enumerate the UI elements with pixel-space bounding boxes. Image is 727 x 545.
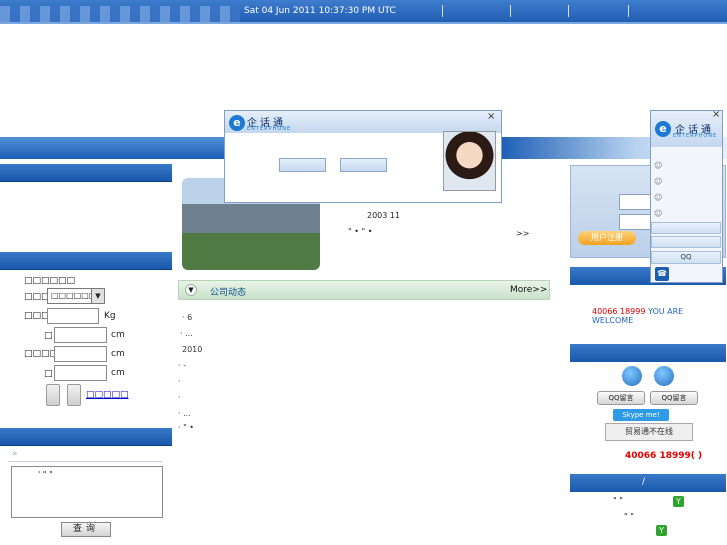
search-arrow-icon: » xyxy=(12,449,18,459)
enterphone-logo-icon: e xyxy=(229,115,245,131)
calc-button[interactable] xyxy=(46,384,60,406)
calc-title: □□□□□□ xyxy=(24,276,76,286)
logo-sub: ENTERPHONE xyxy=(673,133,718,139)
divider xyxy=(628,5,629,17)
service-header-text: / xyxy=(642,477,646,487)
chevron-down-icon: ▼ xyxy=(185,284,197,296)
qq-message-button[interactable]: QQ留言 xyxy=(650,391,698,405)
hip-input[interactable] xyxy=(54,365,107,381)
reset-button[interactable] xyxy=(67,384,81,406)
person-icon[interactable]: ☺ xyxy=(654,209,662,218)
news-item[interactable]: · ... xyxy=(178,409,191,418)
widget-row[interactable] xyxy=(651,236,721,248)
news-item[interactable]: · " • xyxy=(178,423,194,432)
person-icon[interactable]: ☺ xyxy=(654,161,662,170)
search-text: ' " " xyxy=(38,470,53,479)
welcome-line: 40066 18999 YOU ARE WELCOME xyxy=(592,307,727,325)
right-header-2 xyxy=(570,344,726,362)
divider xyxy=(8,461,162,462)
decor-checker xyxy=(0,6,240,22)
check-icon: Y xyxy=(673,496,684,507)
about-text: " • " • xyxy=(348,227,373,236)
unit-cm: cm xyxy=(111,330,125,340)
news-item[interactable]: · xyxy=(178,377,181,386)
widget-qq-button[interactable]: QQ xyxy=(651,251,721,264)
unit-cm: cm xyxy=(111,368,125,378)
phone-icon[interactable]: ☎ xyxy=(655,267,669,281)
qq-user-icon xyxy=(654,366,674,386)
calc-link[interactable]: □□□□□ xyxy=(86,390,129,400)
service-quote: " " xyxy=(624,512,634,521)
news-header: ▼ 公司动态 More>> xyxy=(178,280,550,300)
aliwangwang-button[interactable]: 贸易通不在线 xyxy=(605,423,693,441)
news-item[interactable]: · xyxy=(178,393,181,402)
height-input[interactable] xyxy=(54,346,107,362)
weight-input[interactable] xyxy=(47,308,99,324)
close-icon[interactable]: × xyxy=(487,111,495,122)
left-header-3 xyxy=(0,428,172,446)
qq-message-button[interactable]: QQ留言 xyxy=(597,391,645,405)
about-more-link[interactable]: >> xyxy=(516,229,529,238)
logo-sub: ENTERPHONE xyxy=(247,126,292,132)
row5-label: □ xyxy=(44,369,53,379)
divider xyxy=(568,5,569,17)
check-icon: Y xyxy=(656,525,667,536)
weight-unit: Kg xyxy=(104,311,116,321)
query-button[interactable]: 查询 xyxy=(61,522,111,537)
left-header-2 xyxy=(0,252,172,270)
banner-line xyxy=(0,22,727,24)
right-header-3: / xyxy=(570,474,726,492)
waist-input[interactable] xyxy=(54,327,107,343)
news-item[interactable]: · ... xyxy=(180,329,193,338)
news-item[interactable]: · 6 xyxy=(182,313,192,322)
person-icon[interactable]: ☺ xyxy=(654,193,662,202)
top-status-bar: Sat 04 Jun 2011 10:37:30 PM UTC xyxy=(0,0,727,24)
news-more-link[interactable]: More>> xyxy=(510,285,547,295)
search-textarea[interactable] xyxy=(11,466,163,518)
divider xyxy=(510,5,511,17)
row3-label: □ xyxy=(44,331,53,341)
hotline-number: 40066 18999 xyxy=(592,307,646,316)
about-year: 2003 11 xyxy=(367,211,401,220)
hotline-text: 40066 18999( ) xyxy=(625,451,703,461)
news-item[interactable]: 2010 xyxy=(182,345,202,354)
skype-button[interactable]: Skype me! xyxy=(613,409,669,421)
enterphone-logo-icon: e xyxy=(655,121,671,137)
news-title: 公司动态 xyxy=(210,288,247,298)
left-header-1 xyxy=(0,164,172,182)
person-icon[interactable]: ☺ xyxy=(654,177,662,186)
news-item[interactable]: · - xyxy=(178,361,186,370)
close-icon[interactable]: × xyxy=(712,109,720,120)
service-quote: " " xyxy=(613,496,623,505)
popup-button-2[interactable] xyxy=(340,158,387,172)
widget-row[interactable] xyxy=(651,222,721,234)
divider xyxy=(442,5,443,17)
popup-button-1[interactable] xyxy=(279,158,326,172)
agent-avatar xyxy=(443,131,496,191)
unit-cm: cm xyxy=(111,349,125,359)
qq-user-icon xyxy=(622,366,642,386)
register-button[interactable]: 用户注册 xyxy=(578,231,636,245)
chevron-down-icon[interactable]: ▼ xyxy=(91,288,105,304)
datetime-label: Sat 04 Jun 2011 10:37:30 PM UTC xyxy=(244,6,396,16)
